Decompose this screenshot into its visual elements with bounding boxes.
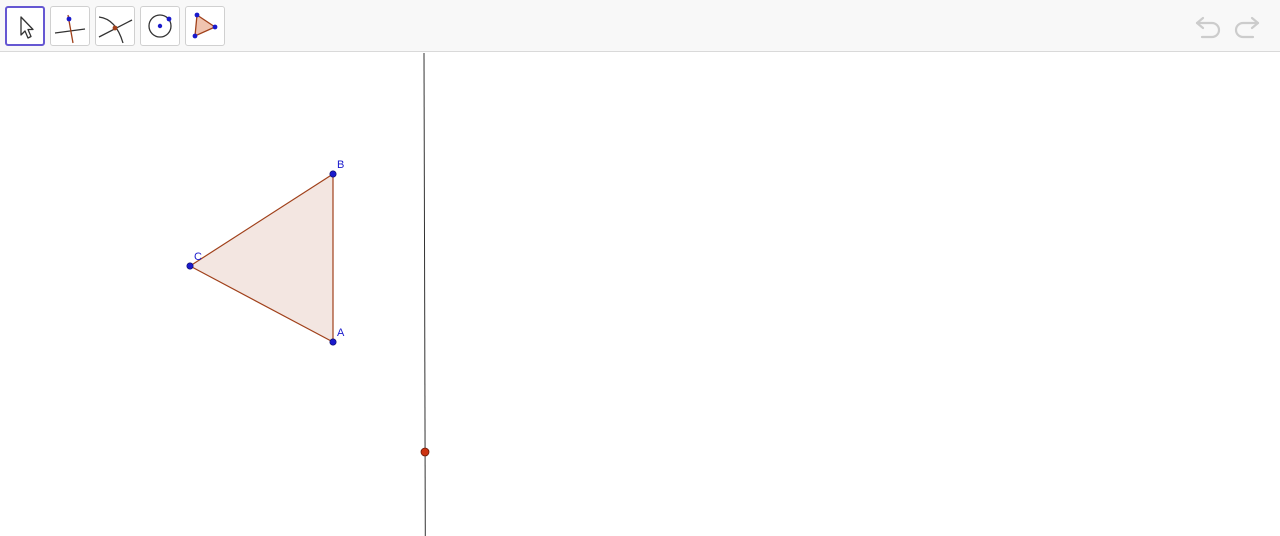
graphics-svg[interactable]: B C A [0, 53, 1280, 536]
intersect-icon [98, 16, 133, 44]
redo-button[interactable] [1230, 12, 1262, 40]
point-a-label: A [337, 327, 345, 339]
undo-icon [1195, 16, 1221, 39]
point-a[interactable] [329, 338, 337, 346]
undo-button[interactable] [1193, 12, 1225, 40]
point-on-line[interactable] [420, 447, 430, 457]
point-c[interactable] [186, 262, 194, 270]
polygon-tool-button[interactable] [185, 6, 225, 46]
graphics-view[interactable]: B C A [0, 53, 1280, 536]
triangle-polygon[interactable] [190, 174, 333, 342]
point-c-label: C [194, 251, 202, 263]
point-b-label: B [337, 159, 344, 171]
polygon-icon [192, 12, 218, 39]
perpendicular-line-icon [54, 14, 86, 44]
geogebra-app: B C A [0, 0, 1280, 536]
perpendicular-line-tool-button[interactable] [50, 6, 90, 46]
toolbar [0, 0, 1280, 52]
vertical-line[interactable] [423, 53, 426, 536]
circle-center-point-tool-button[interactable] [140, 6, 180, 46]
move-arrow-icon [20, 16, 34, 39]
intersect-tool-button[interactable] [95, 6, 135, 46]
circle-center-point-icon [148, 14, 172, 38]
move-tool-button[interactable] [5, 6, 45, 46]
redo-icon [1234, 16, 1260, 39]
point-b[interactable] [329, 170, 337, 178]
